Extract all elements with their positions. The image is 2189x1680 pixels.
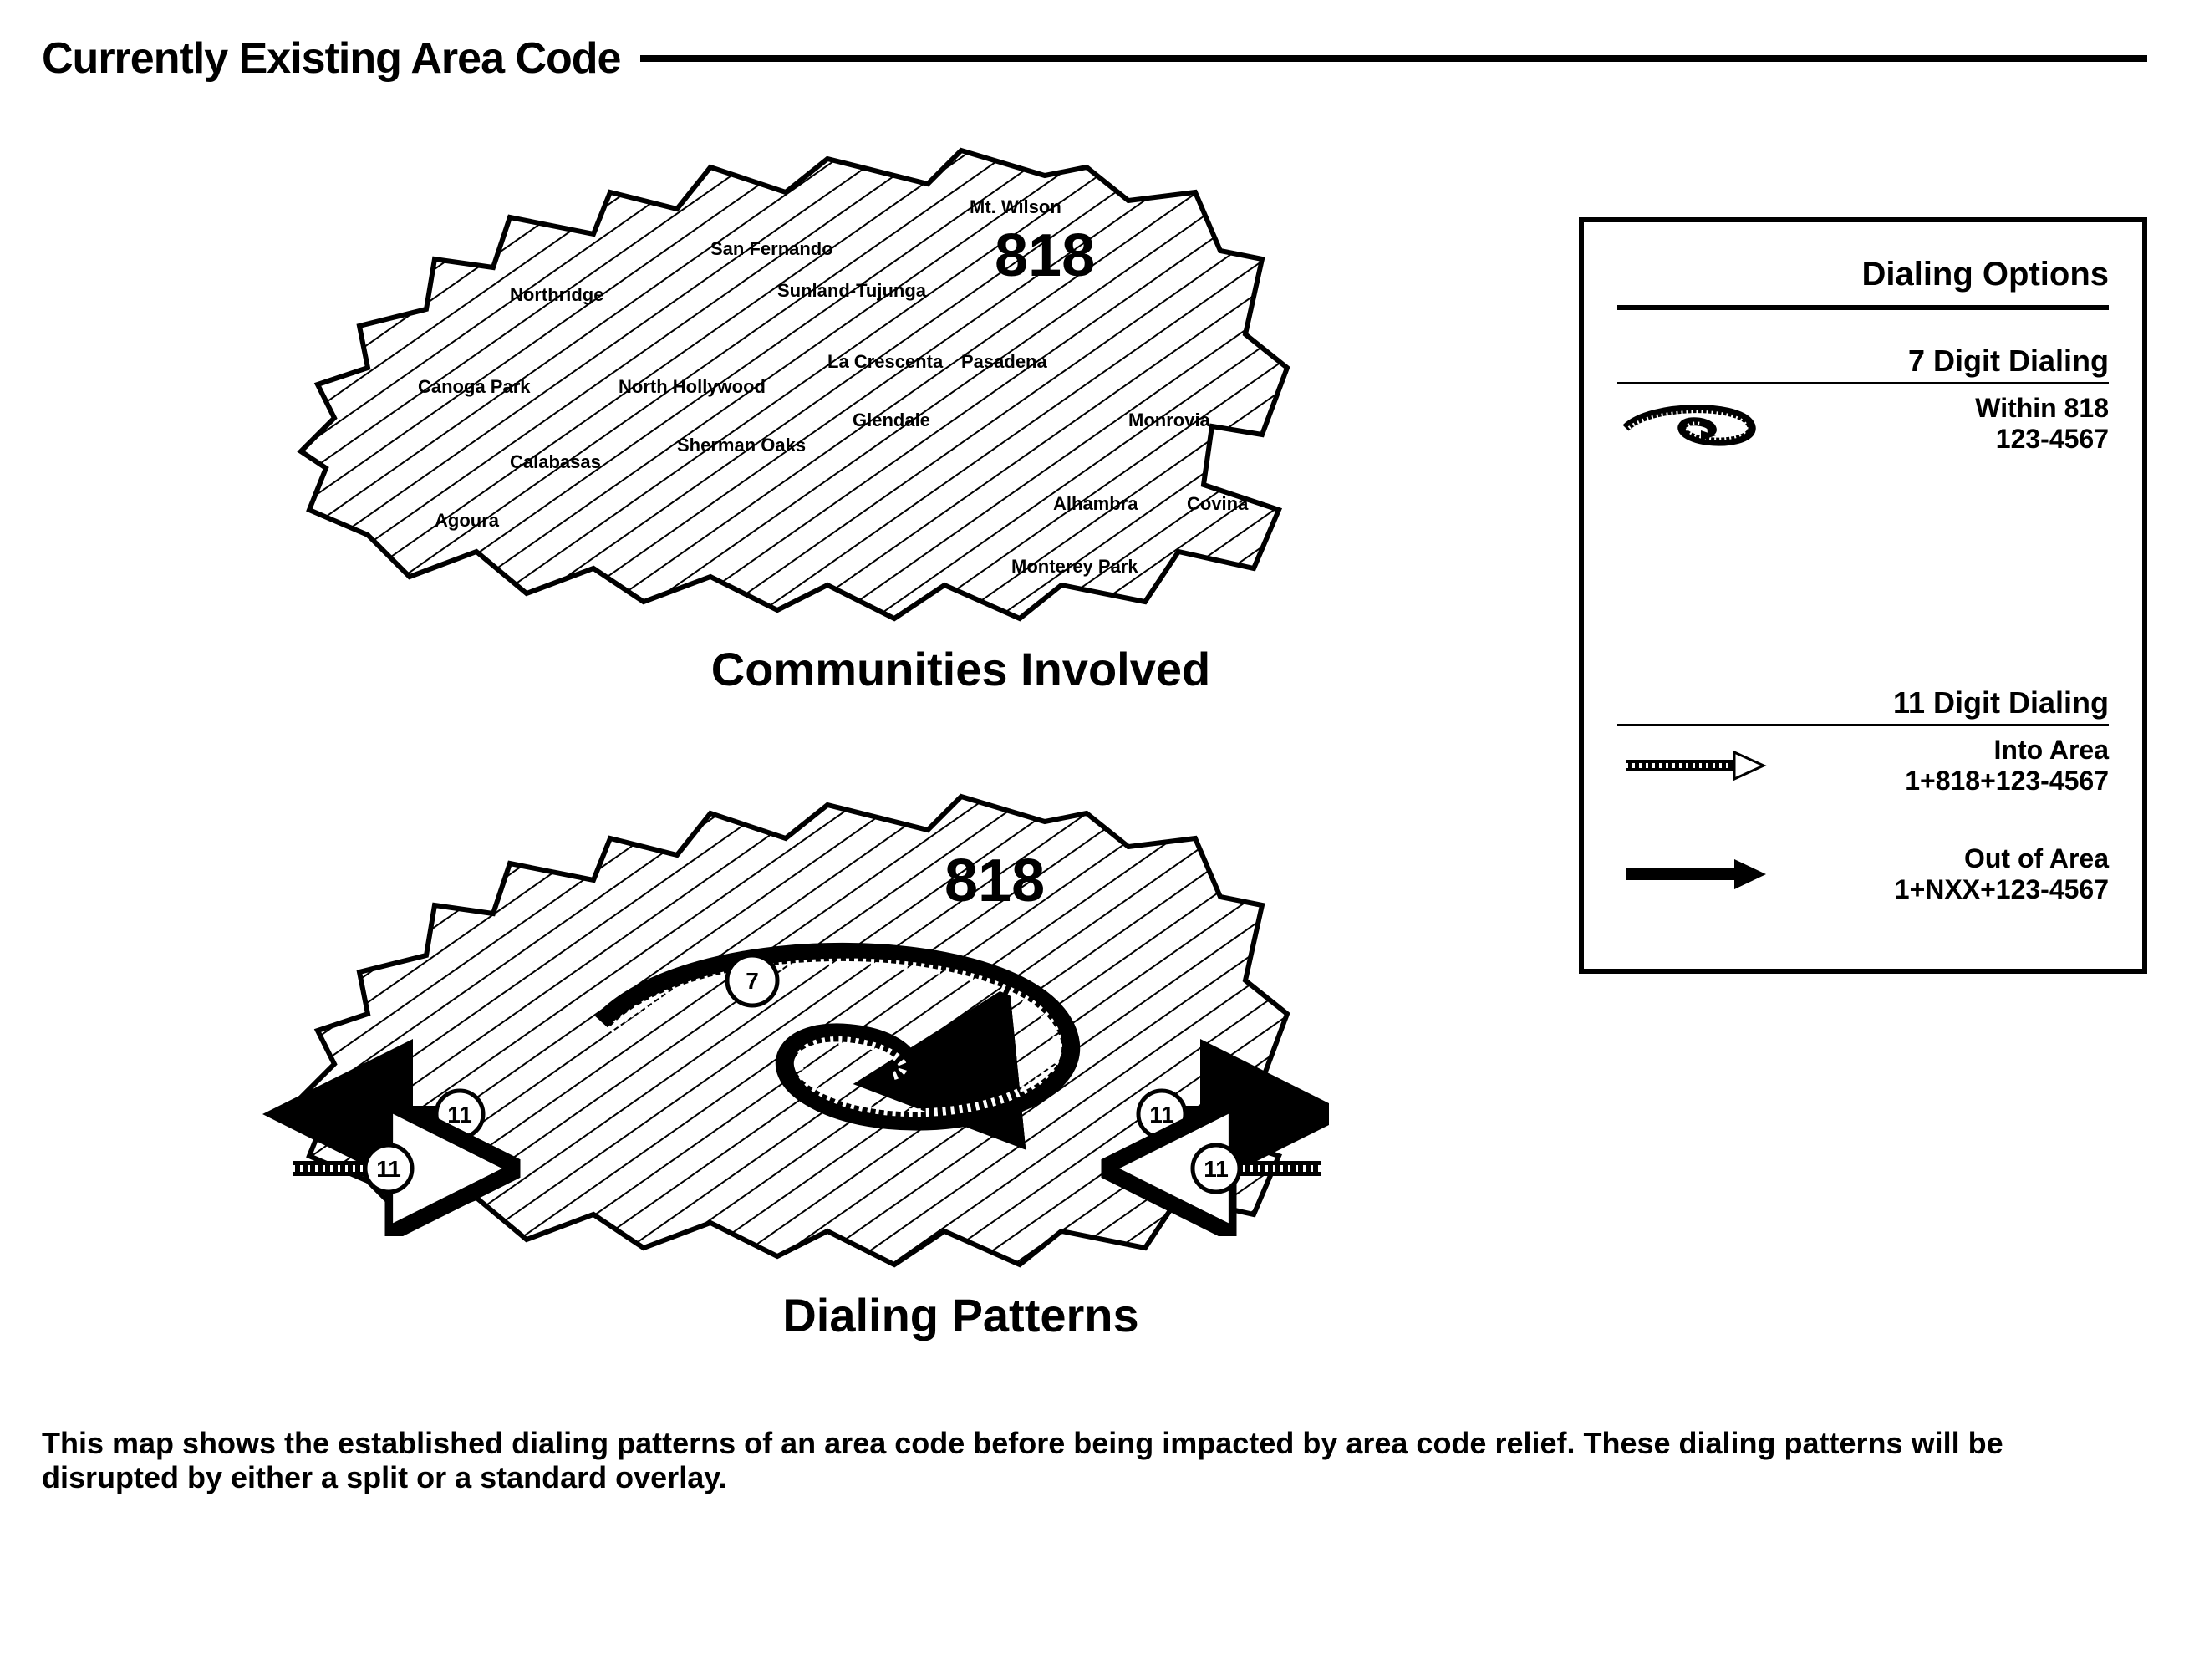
communities-map-svg: 818 Mt. Wilson San Fernando Northridge S… <box>242 117 1329 635</box>
legend-box: Dialing Options 7 Digit Dialing Within 8… <box>1579 217 2147 974</box>
legend-rule-11 <box>1617 724 2109 726</box>
dialing-map-svg: 818 7 11 <box>242 746 1329 1281</box>
legend-rule-7 <box>1617 382 2109 384</box>
header-row: Currently Existing Area Code <box>42 33 2147 84</box>
maps-column: 818 Mt. Wilson San Fernando Northridge S… <box>42 117 1529 1392</box>
map1-caption: Communities Involved <box>393 642 1529 696</box>
into-area-arrow-icon <box>1617 741 1768 791</box>
legend-out-label: Out of Area <box>1895 843 2109 874</box>
city-northridge: Northridge <box>510 284 603 305</box>
city-calabasas: Calabasas <box>510 451 601 472</box>
legend-row-within: Within 818 123-4567 <box>1617 393 2109 455</box>
header-rule <box>640 55 2147 62</box>
svg-text:11: 11 <box>1204 1156 1229 1182</box>
city-pasadena: Pasadena <box>961 351 1047 372</box>
city-monterey-park: Monterey Park <box>1011 556 1138 577</box>
map2-caption: Dialing Patterns <box>393 1288 1529 1342</box>
city-mt-wilson: Mt. Wilson <box>970 196 1061 217</box>
badge-11-left-in: 11 <box>365 1145 412 1192</box>
area-code-label: 818 <box>995 222 1095 289</box>
badge-11-right-out: 11 <box>1138 1091 1185 1138</box>
city-monrovia: Monrovia <box>1128 410 1211 430</box>
legend-out-example: 1+NXX+123-4567 <box>1895 874 2109 905</box>
legend-within-label: Within 818 <box>1975 393 2109 424</box>
city-canoga-park: Canoga Park <box>418 376 531 397</box>
city-la-crescenta: La Crescenta <box>827 351 944 372</box>
legend-within-example: 123-4567 <box>1975 424 2109 455</box>
area-boundary-2 <box>301 797 1287 1265</box>
badge-7: 7 <box>727 955 777 1005</box>
city-san-fernando: San Fernando <box>710 238 833 259</box>
main-area: 818 Mt. Wilson San Fernando Northridge S… <box>42 117 2147 1392</box>
legend-7digit-heading: 7 Digit Dialing <box>1617 344 2109 379</box>
map-dialing-patterns: 818 7 11 <box>42 746 1529 1342</box>
legend-title: Dialing Options <box>1617 256 2109 302</box>
svg-text:11: 11 <box>1149 1102 1174 1128</box>
city-glendale: Glendale <box>853 410 930 430</box>
city-sunland-tujunga: Sunland-Tujunga <box>777 280 927 301</box>
area-code-label-2: 818 <box>944 848 1045 914</box>
city-sherman-oaks: Sherman Oaks <box>677 435 806 456</box>
legend-row-out: Out of Area 1+NXX+123-4567 <box>1617 843 2109 905</box>
svg-text:11: 11 <box>447 1102 472 1128</box>
svg-text:7: 7 <box>746 968 759 994</box>
legend-into-example: 1+818+123-4567 <box>1905 766 2109 797</box>
badge-11-left-out: 11 <box>436 1091 483 1138</box>
legend-11digit-heading: 11 Digit Dialing <box>1617 685 2109 720</box>
city-north-hollywood: North Hollywood <box>619 376 766 397</box>
page-title: Currently Existing Area Code <box>42 33 640 84</box>
svg-text:11: 11 <box>376 1156 401 1182</box>
badge-11-right-in: 11 <box>1193 1145 1240 1192</box>
map-communities: 818 Mt. Wilson San Fernando Northridge S… <box>42 117 1529 696</box>
page-caption: This map shows the established dialing p… <box>42 1426 2147 1495</box>
legend-into-label: Into Area <box>1905 735 2109 766</box>
spiral-icon <box>1617 399 1768 449</box>
legend-rule-top <box>1617 305 2109 310</box>
city-covina: Covina <box>1187 493 1249 514</box>
city-alhambra: Alhambra <box>1053 493 1138 514</box>
out-of-area-arrow-icon <box>1617 849 1768 899</box>
legend-row-into: Into Area 1+818+123-4567 <box>1617 735 2109 797</box>
city-agoura: Agoura <box>435 510 500 531</box>
